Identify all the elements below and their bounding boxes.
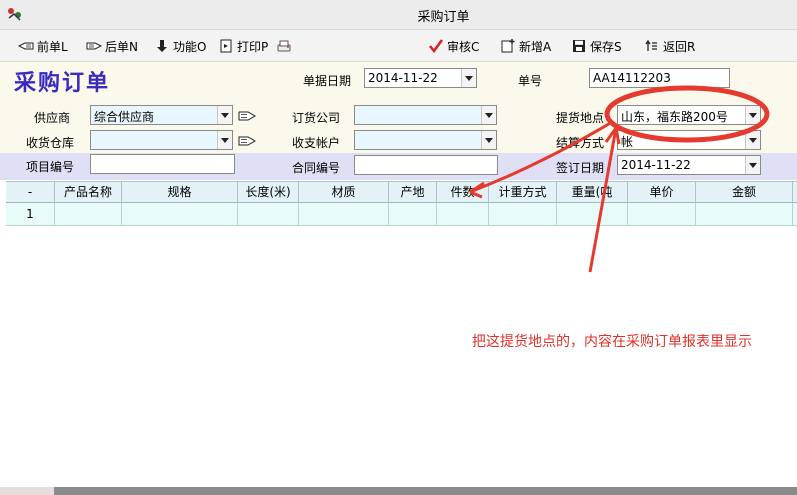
table-cell[interactable]	[389, 203, 437, 225]
column-header[interactable]: 产地	[389, 182, 437, 203]
sign-date-label: 签订日期	[556, 161, 605, 175]
column-header[interactable]: 计重方式	[489, 182, 557, 203]
order-company-label: 订货公司	[292, 111, 341, 125]
pickup-location-value: 山东，福东路200号	[621, 110, 728, 124]
order-lines-grid[interactable]: - 产品名称 规格 长度(米) 材质 产地 件数 计重方式 重量(吨 单价 金额…	[6, 181, 797, 227]
pointing-hand-icon[interactable]	[238, 134, 256, 148]
print-button[interactable]: 打印P	[218, 37, 268, 55]
back-label: 返回R	[663, 39, 696, 54]
table-cell[interactable]	[628, 203, 696, 225]
doc-no-field[interactable]: AA14112203	[589, 68, 730, 88]
row-index: 1	[6, 203, 55, 225]
printer-icon	[277, 40, 291, 52]
export-icon	[220, 39, 232, 53]
column-header[interactable]: 产品名称	[55, 182, 122, 203]
audit-button[interactable]: 审核C	[428, 37, 479, 55]
totals-bar-left	[0, 487, 54, 495]
table-cell[interactable]	[557, 203, 628, 225]
chevron-down-icon[interactable]	[481, 106, 496, 124]
table-cell[interactable]	[238, 203, 299, 225]
settlement-label: 结算方式	[556, 136, 605, 150]
column-header[interactable]: 材质	[299, 182, 389, 203]
order-company-select[interactable]	[354, 105, 497, 125]
account-label: 收支帐户	[292, 136, 341, 150]
table-cell[interactable]	[122, 203, 238, 225]
supplier-select[interactable]: 综合供应商	[90, 105, 233, 125]
column-header[interactable]: 金额	[696, 182, 793, 203]
title-bar: 采购订单	[0, 0, 797, 30]
pointing-hand-icon[interactable]	[238, 109, 256, 123]
page-title: 采购订单	[14, 71, 111, 96]
column-header[interactable]: 重量(吨	[557, 182, 628, 203]
hand-left-icon	[18, 42, 34, 50]
save-label: 保存S	[590, 39, 622, 54]
doc-date-label: 单据日期	[303, 74, 352, 88]
project-no-label: 项目编号	[26, 160, 75, 174]
pickup-location-label: 提货地点	[556, 111, 605, 125]
chevron-down-icon[interactable]	[461, 69, 476, 87]
doc-date-value: 2014-11-22	[368, 71, 438, 85]
order-form: 采购订单 单据日期 2014-11-22 单号 AA14112203 供应商 综…	[0, 62, 797, 180]
column-header[interactable]: 规格	[122, 182, 238, 203]
chevron-down-icon[interactable]	[745, 131, 760, 149]
floppy-disk-icon	[573, 40, 585, 52]
sign-date-picker[interactable]: 2014-11-22	[617, 155, 761, 175]
return-icon	[645, 39, 657, 51]
pickup-location-select[interactable]: 山东，福东路200号	[617, 105, 761, 125]
supplier-value: 综合供应商	[94, 110, 155, 124]
next-record-button[interactable]: 后单N	[86, 37, 138, 55]
print-label: 打印P	[237, 39, 269, 54]
function-label: 功能O	[173, 39, 207, 54]
audit-label: 审核C	[447, 39, 480, 54]
next-record-label: 后单N	[105, 39, 138, 54]
prev-record-label: 前单L	[37, 39, 68, 54]
sign-date-value: 2014-11-22	[621, 158, 691, 172]
arrow-down-icon	[157, 40, 167, 52]
doc-date-picker[interactable]: 2014-11-22	[364, 68, 477, 88]
table-cell[interactable]	[55, 203, 122, 225]
checkmark-icon	[429, 39, 444, 54]
table-cell[interactable]	[437, 203, 489, 225]
table-cell[interactable]	[489, 203, 557, 225]
doc-no-label: 单号	[518, 74, 543, 88]
contract-no-field[interactable]	[354, 155, 498, 175]
chevron-down-icon[interactable]	[217, 131, 232, 149]
window-title: 采购订单	[417, 10, 470, 25]
chevron-down-icon[interactable]	[745, 156, 760, 174]
back-button[interactable]: 返回R	[644, 37, 695, 55]
printer-button[interactable]	[276, 37, 292, 55]
add-label: 新增A	[519, 39, 552, 54]
settlement-select[interactable]: 帐	[617, 130, 761, 150]
column-header[interactable]: 件数	[437, 182, 489, 203]
supplier-label: 供应商	[34, 111, 71, 125]
totals-bar	[0, 487, 797, 495]
contract-no-label: 合同编号	[292, 161, 341, 175]
chevron-down-icon[interactable]	[745, 106, 760, 124]
add-button[interactable]: 新增A	[500, 37, 551, 55]
account-select[interactable]	[354, 130, 497, 150]
chevron-down-icon[interactable]	[481, 131, 496, 149]
column-header[interactable]: 长度(米)	[238, 182, 299, 203]
save-button[interactable]: 保存S	[571, 37, 622, 55]
toolbar: 前单L 后单N 功能O 打印P 审核C 新增A 保存S 返回R	[0, 30, 797, 62]
hand-right-icon	[86, 42, 102, 50]
grid-header: - 产品名称 规格 长度(米) 材质 产地 件数 计重方式 重量(吨 单价 金额	[6, 181, 797, 203]
warehouse-label: 收货仓库	[26, 136, 75, 150]
prev-record-button[interactable]: 前单L	[18, 37, 68, 55]
new-document-icon	[501, 39, 515, 53]
function-button[interactable]: 功能O	[154, 37, 206, 55]
settlement-value: 帐	[621, 135, 634, 149]
chevron-down-icon[interactable]	[217, 106, 232, 124]
table-row[interactable]: 1	[6, 203, 797, 226]
table-cell[interactable]	[696, 203, 793, 225]
project-no-field[interactable]	[90, 154, 235, 174]
column-header[interactable]: -	[6, 182, 55, 203]
warehouse-select[interactable]	[90, 130, 233, 150]
annotation-note: 把这提货地点的，内容在采购订单报表里显示	[472, 334, 752, 350]
column-header[interactable]: 单价	[628, 182, 696, 203]
table-cell[interactable]	[299, 203, 389, 225]
